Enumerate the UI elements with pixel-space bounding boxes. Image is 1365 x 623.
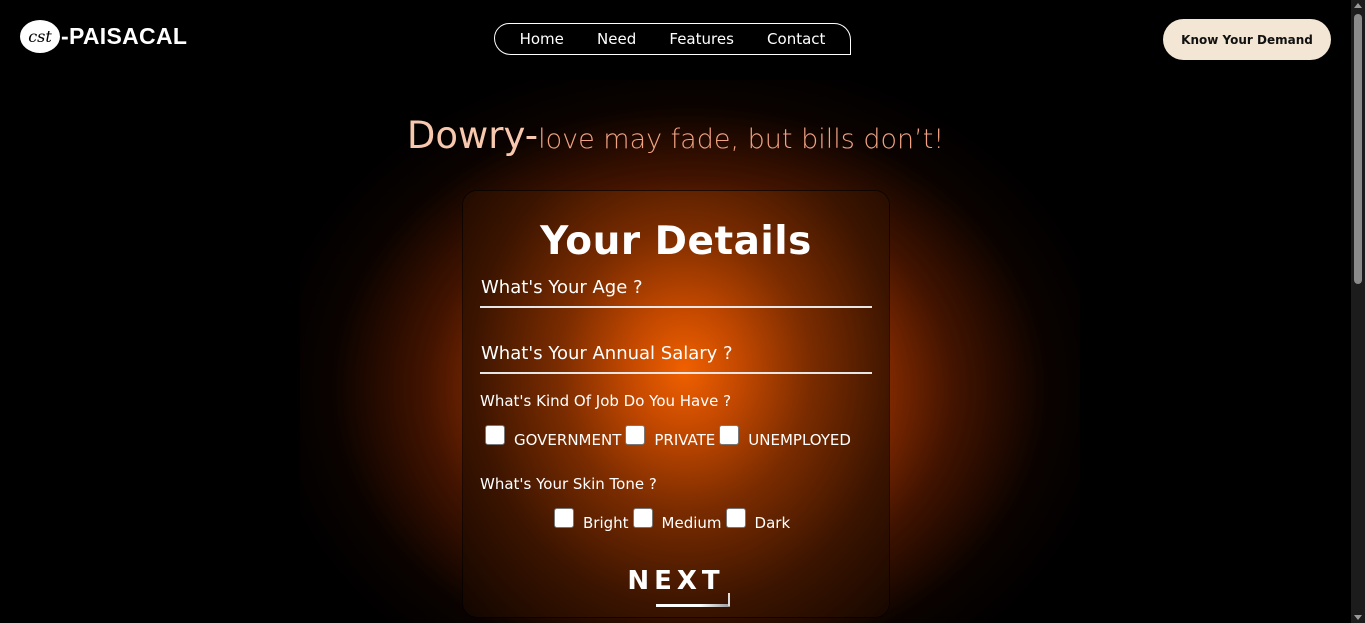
details-form-card: Your Details What's Kind Of Job Do You H… [463, 191, 889, 617]
top-header: cst -PAISACAL Home Need Features Contact… [0, 0, 1351, 80]
skin-option-medium[interactable]: Medium [632, 508, 722, 532]
bright-label: Bright [583, 514, 629, 532]
dark-checkbox[interactable] [725, 508, 746, 528]
next-button[interactable]: NEXT [463, 566, 889, 596]
tagline-subtitle: love may fade, but bills don’t! [538, 124, 945, 155]
hero-tagline: Dowry-love may fade, but bills don’t! [0, 114, 1351, 157]
next-underline [656, 604, 730, 607]
job-option-private[interactable]: PRIVATE [625, 425, 716, 449]
skin-option-bright[interactable]: Bright [554, 508, 629, 532]
job-option-government[interactable]: GOVERNMENT [485, 425, 622, 449]
private-checkbox[interactable] [625, 425, 646, 445]
skin-options: Bright Medium Dark [554, 508, 794, 532]
medium-label: Medium [661, 514, 722, 532]
salary-field-wrapper [480, 343, 872, 374]
unemployed-checkbox[interactable] [719, 425, 740, 445]
page-scrollbar[interactable] [1351, 0, 1365, 623]
age-input[interactable] [480, 277, 872, 306]
nav-contact-link[interactable]: Contact [767, 30, 825, 48]
scroll-down-arrow-icon[interactable] [1354, 615, 1362, 620]
bright-checkbox[interactable] [554, 508, 574, 528]
brand-logo[interactable]: cst -PAISACAL [20, 20, 187, 53]
government-label: GOVERNMENT [514, 431, 622, 449]
dark-label: Dark [754, 514, 791, 532]
main-nav: Home Need Features Contact [494, 23, 851, 55]
brand-name: -PAISACAL [61, 23, 188, 49]
private-label: PRIVATE [654, 431, 716, 449]
nav-home-link[interactable]: Home [520, 30, 564, 48]
age-underline [480, 306, 872, 308]
form-title: Your Details [540, 219, 812, 264]
skin-question: What's Your Skin Tone ? [480, 475, 657, 493]
logo-emblem-icon: cst [20, 20, 60, 53]
job-question: What's Kind Of Job Do You Have ? [480, 392, 732, 410]
salary-underline [480, 372, 872, 374]
job-options: GOVERNMENT PRIVATE UNEMPLOYED [485, 425, 855, 449]
next-underline-tick [728, 593, 730, 606]
government-checkbox[interactable] [485, 425, 505, 445]
age-field-wrapper [480, 277, 872, 308]
nav-features-link[interactable]: Features [669, 30, 734, 48]
job-option-unemployed[interactable]: UNEMPLOYED [719, 425, 851, 449]
tagline-title: Dowry- [406, 114, 539, 157]
scroll-up-arrow-icon[interactable] [1354, 3, 1362, 8]
scroll-thumb[interactable] [1354, 14, 1362, 284]
medium-checkbox[interactable] [632, 508, 653, 528]
unemployed-label: UNEMPLOYED [748, 431, 851, 449]
skin-option-dark[interactable]: Dark [725, 508, 791, 532]
salary-input[interactable] [480, 343, 872, 372]
know-your-demand-button[interactable]: Know Your Demand [1163, 19, 1331, 60]
nav-need-link[interactable]: Need [597, 30, 636, 48]
